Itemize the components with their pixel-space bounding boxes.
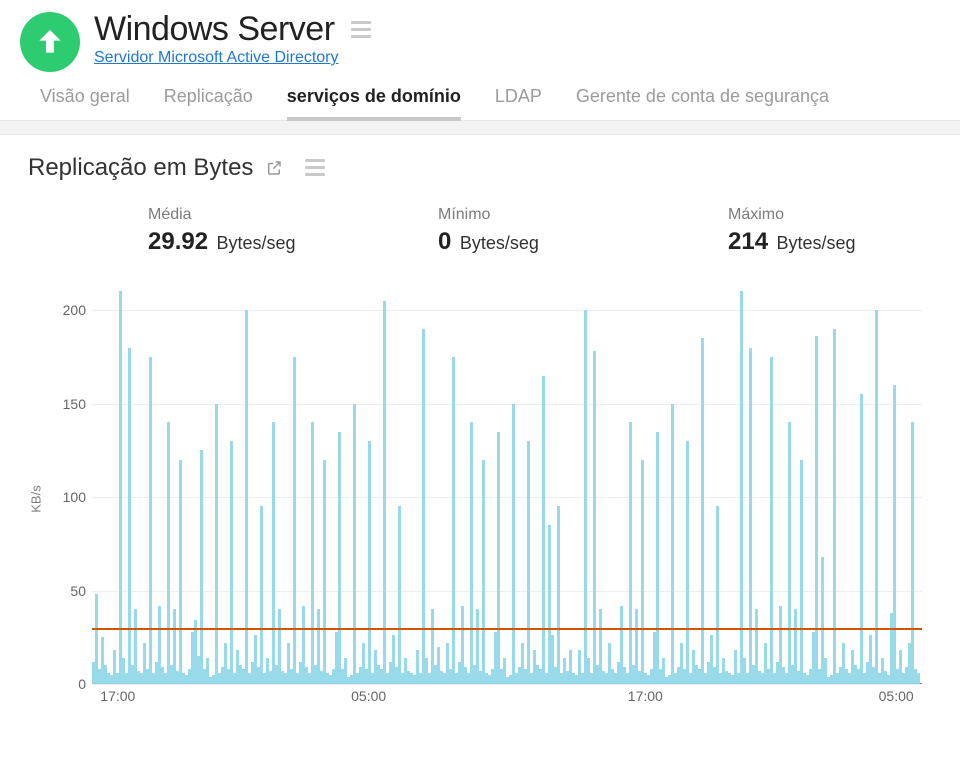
chart-bar: [740, 291, 743, 684]
page-title: Windows Server: [94, 10, 335, 49]
chart-bar: [179, 460, 182, 684]
stat-average-value: 29.92: [148, 228, 208, 256]
chart-bar: [917, 673, 920, 684]
chart-bar: [272, 422, 275, 684]
stat-average-unit: Bytes/seg: [217, 233, 296, 253]
chart-bar: [482, 460, 485, 684]
stat-min-unit: Bytes/seg: [460, 233, 539, 253]
tab-replication[interactable]: Replicação: [164, 86, 253, 120]
chart-bar: [422, 329, 425, 684]
chart-xtick: 17:00: [628, 688, 663, 704]
chart-bar: [260, 506, 263, 684]
stat-max-unit: Bytes/seg: [777, 233, 856, 253]
chart-bar: [128, 348, 131, 684]
stat-max-value: 214: [728, 228, 768, 256]
chart-bar: [230, 441, 233, 684]
chart-xaxis: 17:00 05:00 17:00 05:00: [92, 688, 922, 708]
chart-bar: [353, 404, 356, 684]
stat-min-label: Mínimo: [438, 206, 728, 224]
stat-min: Mínimo 0 Bytes/seg: [438, 206, 728, 256]
chart-bar: [593, 351, 596, 684]
chart-bar: [293, 357, 296, 684]
separator-strip: [0, 121, 960, 135]
chart-bar: [701, 338, 704, 684]
chart-bar: [542, 376, 545, 684]
page-subtitle-link[interactable]: Servidor Microsoft Active Directory: [94, 49, 339, 66]
chart-xtick: 05:00: [879, 688, 914, 704]
chart-bar: [368, 441, 371, 684]
chart-bar: [860, 394, 863, 684]
chart-bar: [527, 441, 530, 684]
chart-bar: [452, 357, 455, 684]
tab-overview[interactable]: Visão geral: [40, 86, 130, 120]
hamburger-icon[interactable]: [349, 15, 373, 44]
chart-bar: [149, 357, 152, 684]
chart-bar: [629, 422, 632, 684]
chart-bar: [641, 460, 644, 684]
chart: KB/s 17:00 05:00 17:00 05:00 0 50 100 150 200: [28, 284, 932, 714]
chart-bar: [716, 506, 719, 684]
chart-bar: [383, 301, 386, 684]
chart-bar: [911, 422, 914, 684]
stat-min-value: 0: [438, 228, 451, 256]
chart-bar: [338, 432, 341, 684]
chart-bar: [215, 404, 218, 684]
chart-bar: [398, 506, 401, 684]
chart-bar: [497, 432, 500, 684]
tab-bar: Visão geral Replicação serviços de domín…: [0, 72, 960, 121]
chart-bar: [833, 329, 836, 684]
stat-average: Média 29.92 Bytes/seg: [148, 206, 438, 256]
chart-average-line: [92, 628, 922, 630]
chart-bar: [671, 404, 674, 684]
chart-bar: [557, 506, 560, 684]
status-badge: [20, 12, 80, 72]
stat-max: Máximo 214 Bytes/seg: [728, 206, 928, 256]
chart-bar: [893, 385, 896, 684]
chart-bar: [656, 432, 659, 684]
tab-domain-services[interactable]: serviços de domínio: [287, 86, 461, 121]
chart-bar: [470, 422, 473, 684]
chart-ytick: 100: [52, 489, 86, 505]
chart-bar: [167, 422, 170, 684]
panel-hamburger-icon[interactable]: [303, 153, 327, 182]
external-link-icon[interactable]: [265, 159, 283, 177]
chart-bar: [512, 404, 515, 684]
chart-ytick: 50: [52, 583, 86, 599]
tab-ldap[interactable]: LDAP: [495, 86, 542, 120]
chart-gridline: [92, 684, 922, 685]
chart-xtick: 17:00: [100, 688, 135, 704]
chart-bar: [788, 422, 791, 684]
chart-ytick: 200: [52, 302, 86, 318]
chart-bar: [200, 450, 203, 684]
chart-bar: [686, 441, 689, 684]
chart-xtick: 05:00: [351, 688, 386, 704]
chart-bar: [311, 422, 314, 684]
chart-ytick: 150: [52, 396, 86, 412]
chart-bar: [815, 336, 818, 684]
tab-security-account-manager[interactable]: Gerente de conta de segurança: [576, 86, 829, 120]
chart-bar: [800, 460, 803, 684]
stat-average-label: Média: [148, 206, 438, 224]
up-arrow-icon: [34, 26, 66, 58]
stat-max-label: Máximo: [728, 206, 928, 224]
chart-bar: [749, 348, 752, 684]
chart-ytick: 0: [52, 676, 86, 692]
chart-ylabel: KB/s: [29, 485, 44, 512]
chart-bar: [323, 460, 326, 684]
chart-bars: [92, 284, 922, 684]
panel-title: Replicação em Bytes: [28, 154, 253, 182]
chart-bar: [770, 357, 773, 684]
chart-bar: [119, 291, 122, 684]
